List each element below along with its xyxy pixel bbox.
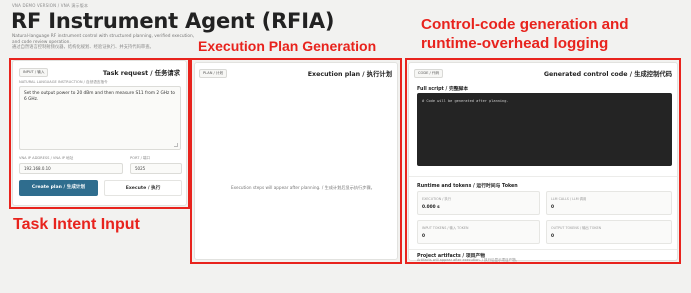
annotation-control: Control-code generation and runtime-over… (421, 16, 629, 52)
subtitle-english: Natural-language RF instrument control w… (12, 34, 195, 45)
subtitle-chinese: 通过自然语言控制射频仪器，结构化规划、经验证执行、并支持代码审查。 (12, 45, 154, 51)
annotation-task: Task Intent Input (13, 216, 140, 233)
annotation-plan: Execution Plan Generation (198, 38, 377, 54)
highlight-box-plan (190, 58, 402, 264)
highlight-box-input (9, 58, 190, 209)
page-subtitle: Natural-language RF instrument control w… (12, 34, 202, 51)
highlight-box-code (405, 58, 681, 264)
page-title: RF Instrument Agent (RFIA) (11, 9, 335, 33)
